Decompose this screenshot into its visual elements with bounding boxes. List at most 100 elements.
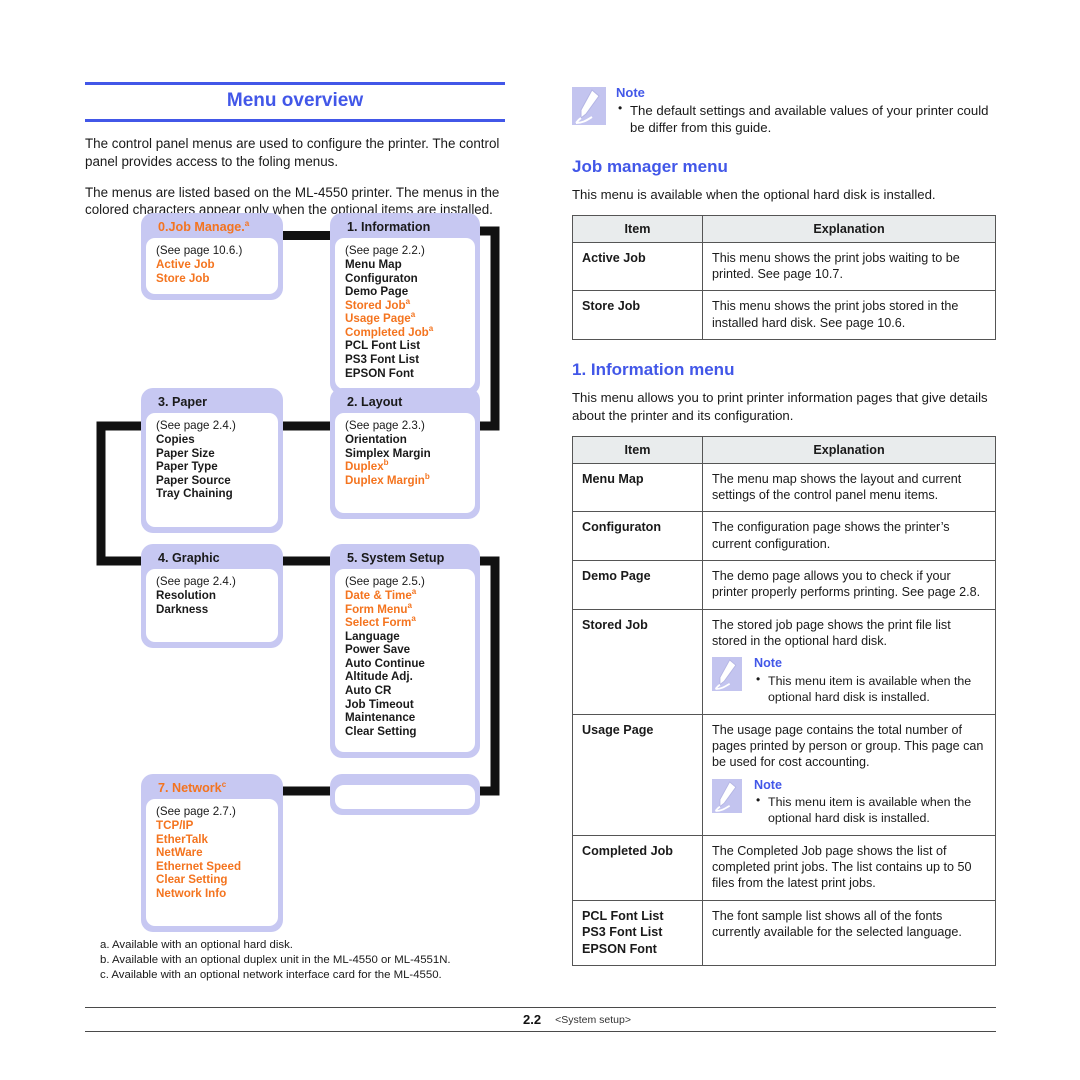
flow-node-item: Simplex Margin bbox=[345, 446, 431, 460]
flow-node-item: Menu Map bbox=[345, 258, 402, 272]
flow-node-item: Job Timeout bbox=[345, 697, 414, 711]
section-title-information: 1. Information menu bbox=[572, 360, 735, 380]
table-row: Demo Page The demo page allows you to ch… bbox=[572, 559, 996, 610]
flow-node-see-page: (See page 2.4.) bbox=[156, 575, 236, 589]
note-bullet: This menu item is available when the opt… bbox=[754, 672, 986, 706]
footnote-marker: a bbox=[428, 323, 434, 333]
note-pen-icon bbox=[712, 778, 742, 813]
flow-node-item: Maintenance bbox=[345, 711, 416, 725]
note-pen-icon bbox=[712, 657, 742, 692]
flow-node-title: 0.Job Manage.a bbox=[158, 218, 250, 234]
cell-explanation: The menu map shows the layout and curren… bbox=[702, 462, 996, 513]
flow-node-graphic[interactable]: 4. Graphic (See page 2.4.) Resolution Da… bbox=[141, 544, 283, 649]
page-footer: 2.2 <System setup> bbox=[85, 1007, 996, 1032]
cell-item: Completed Job bbox=[572, 834, 703, 901]
flow-node-network[interactable]: 7. Networkc (See page 2.7.) TCP/IP Ether… bbox=[141, 774, 283, 933]
flow-node-item: Orientation bbox=[345, 433, 407, 447]
flow-node-title: 4. Graphic bbox=[158, 551, 220, 565]
cell-item: Configuraton bbox=[572, 511, 703, 561]
information-table: Item Explanation Menu Map The menu map s… bbox=[572, 435, 996, 966]
footnote-marker: a bbox=[410, 310, 416, 320]
cell-explanation: The Completed Job page shows the list of… bbox=[702, 834, 996, 901]
cell-explanation: The font sample list shows all of the fo… bbox=[702, 899, 996, 966]
flow-node-see-page: (See page 2.7.) bbox=[156, 805, 236, 819]
flow-node-item: TCP/IP bbox=[156, 819, 194, 833]
flow-node-item: Store Job bbox=[156, 271, 210, 285]
flow-node-paper[interactable]: 3. Paper (See page 2.4.) Copies Paper Si… bbox=[141, 388, 283, 533]
flow-node-item: Paper Source bbox=[156, 473, 231, 487]
cell-item-line: PS3 Font List bbox=[582, 925, 663, 940]
note-title: Note bbox=[754, 777, 782, 792]
cell-item: Stored Job bbox=[572, 608, 703, 715]
cell-item: Store Job bbox=[572, 290, 703, 341]
flow-node-item: Clear Setting bbox=[156, 873, 228, 887]
flow-node-item: Resolution bbox=[156, 589, 216, 603]
flow-node-item: Paper Size bbox=[156, 446, 215, 460]
flow-node-job-manage[interactable]: 0.Job Manage.a (See page 10.6.) Active J… bbox=[141, 213, 283, 301]
footnote-marker: a bbox=[244, 218, 250, 228]
flow-node-emulation[interactable] bbox=[330, 774, 480, 815]
footnote-c: c. Available with an optional network in… bbox=[100, 969, 442, 982]
cell-item: Active Job bbox=[572, 241, 703, 292]
flow-node-item: Tray Chaining bbox=[156, 487, 233, 501]
cell-item: Menu Map bbox=[572, 462, 703, 513]
left-column: Menu overview The control panel menus ar… bbox=[85, 82, 505, 219]
table-row: Menu Map The menu map shows the layout a… bbox=[572, 462, 996, 513]
cell-explanation: The stored job page shows the print file… bbox=[702, 608, 996, 715]
flow-node-system-setup[interactable]: 5. System Setup (See page 2.5.) Date & T… bbox=[330, 544, 480, 759]
col-header-explanation: Explanation bbox=[702, 435, 996, 464]
flow-node-item: EtherTalk bbox=[156, 832, 208, 846]
flow-node-body: (See page 2.3.) Orientation Simplex Marg… bbox=[335, 413, 475, 514]
footnote-marker: a bbox=[407, 600, 412, 610]
note-callout-usage-page: Note This menu item is available when th… bbox=[712, 778, 986, 827]
intro-paragraph-1: The control panel menus are used to conf… bbox=[85, 135, 500, 169]
cell-item: Usage Page bbox=[572, 713, 703, 836]
page-canvas: Menu overview The control panel menus ar… bbox=[0, 0, 1080, 1080]
flow-node-title: 2. Layout bbox=[347, 395, 403, 409]
footnote-a: a. Available with an optional hard disk. bbox=[100, 939, 293, 951]
flow-node-item: Auto CR bbox=[345, 683, 392, 697]
flow-node-item: PCL Font List bbox=[345, 339, 421, 353]
page-title: Menu overview bbox=[85, 82, 505, 122]
note-bullet: This menu item is available when the opt… bbox=[754, 793, 986, 827]
flow-node-title: 3. Paper bbox=[158, 395, 208, 409]
right-column: Note The default settings and available … bbox=[572, 85, 996, 966]
flow-node-body: (See page 2.5.) Date & Timea Form Menua … bbox=[335, 569, 475, 753]
flow-node-see-page: (See page 2.3.) bbox=[345, 419, 425, 433]
section-intro-job-manager: This menu is available when the optional… bbox=[572, 187, 936, 203]
flow-node-item: Active Job bbox=[156, 258, 215, 272]
flow-node-body: (See page 2.2.) Menu Map Configuraton De… bbox=[335, 238, 475, 390]
flow-node-layout[interactable]: 2. Layout (See page 2.3.) Orientation Si… bbox=[330, 388, 480, 520]
flow-node-item: Stored Joba bbox=[345, 296, 411, 312]
footnote-marker: c bbox=[221, 779, 227, 789]
flow-node-item: Copies bbox=[156, 433, 195, 447]
footnote-marker: b bbox=[424, 471, 430, 481]
cell-explanation-text: The usage page contains the total number… bbox=[712, 722, 984, 770]
flow-node-title: 7. Networkc bbox=[158, 779, 227, 795]
flow-node-item: Network Info bbox=[156, 886, 227, 900]
job-manager-table: Item Explanation Active Job This menu sh… bbox=[572, 214, 996, 341]
flow-node-item: Power Save bbox=[345, 643, 411, 657]
table-row: Completed Job The Completed Job page sho… bbox=[572, 834, 996, 901]
footnote-marker: a bbox=[411, 614, 416, 624]
note-bullet: The default settings and available value… bbox=[616, 101, 996, 137]
flow-node-body: (See page 2.4.) Resolution Darkness bbox=[146, 569, 278, 643]
cell-item-line: EPSON Font bbox=[582, 941, 657, 956]
flow-node-information[interactable]: 1. Information (See page 2.2.) Menu Map … bbox=[330, 213, 480, 396]
flow-node-item: Completed Joba bbox=[345, 323, 434, 339]
cell-explanation: This menu shows the print jobs waiting t… bbox=[702, 241, 996, 292]
note-title: Note bbox=[754, 656, 782, 671]
flow-node-body: (See page 2.7.) TCP/IP EtherTalk NetWare… bbox=[146, 799, 278, 927]
table-row: Store Job This menu shows the print jobs… bbox=[572, 290, 996, 341]
table-header-row: Item Explanation bbox=[572, 214, 996, 243]
flow-node-item: Form Menua bbox=[345, 600, 412, 616]
col-header-item: Item bbox=[572, 435, 703, 464]
flow-node-item: Usage Pagea bbox=[345, 310, 416, 326]
flow-node-item: Paper Type bbox=[156, 460, 218, 474]
flow-node-see-page: (See page 2.5.) bbox=[345, 575, 425, 589]
section-title-job-manager: Job manager menu bbox=[572, 156, 728, 176]
footnotes-list: a. Available with an optional hard disk.… bbox=[100, 938, 530, 983]
col-header-explanation: Explanation bbox=[702, 214, 996, 243]
table-row: Configuraton The configuration page show… bbox=[572, 511, 996, 561]
flow-node-item: Language bbox=[345, 629, 400, 643]
